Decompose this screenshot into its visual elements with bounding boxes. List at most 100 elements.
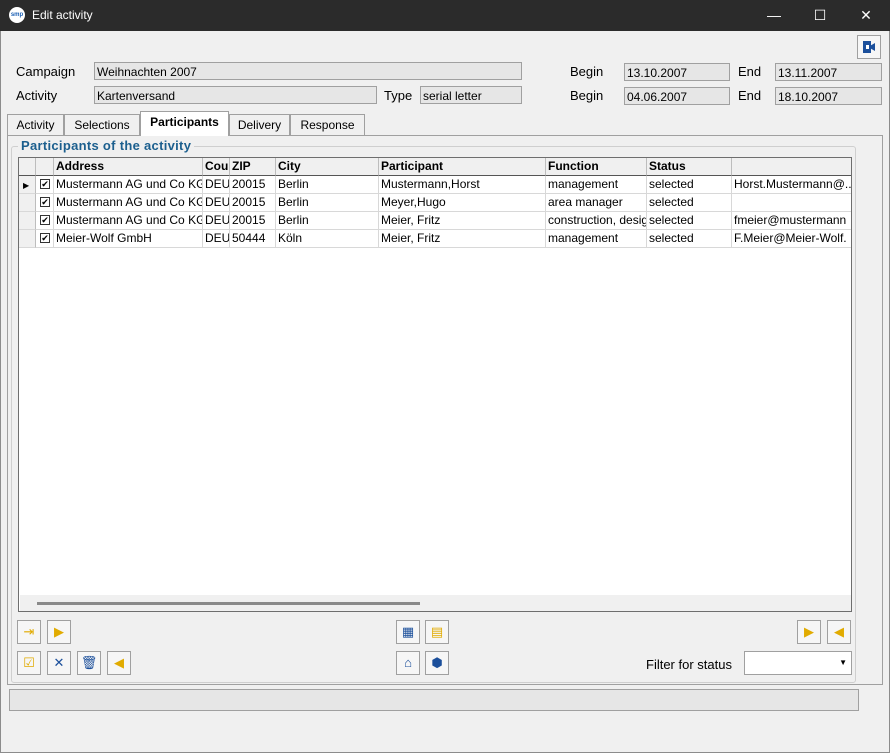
row-checkbox[interactable]: ✔ (40, 179, 50, 189)
grid-view-icon: ▦ (401, 624, 415, 639)
cell-city[interactable]: Berlin (276, 176, 379, 194)
back-icon: ◀ (114, 655, 124, 670)
cell-city[interactable]: Berlin (276, 194, 379, 212)
trash-icon: 🗑 (80, 655, 98, 670)
tab-response[interactable]: Response (290, 114, 365, 135)
activity-field[interactable]: Kartenversand (94, 86, 377, 104)
tab-participants[interactable]: Participants (140, 111, 229, 136)
import-right-icon: ◀ (834, 624, 844, 639)
cell-email[interactable]: fmeier@mustermann (732, 212, 851, 230)
cell-status[interactable]: selected (647, 176, 732, 194)
cell-email[interactable]: Horst.Mustermann@... (732, 176, 851, 194)
cell-status[interactable]: selected (647, 194, 732, 212)
row-checkbox-cell[interactable]: ✔ (36, 230, 54, 248)
tab-activity[interactable]: Activity (7, 114, 64, 135)
exit-button[interactable] (857, 35, 881, 59)
row-header-corner (19, 158, 36, 176)
row-checkbox[interactable]: ✔ (40, 233, 50, 243)
campaign-label: Campaign (16, 64, 76, 79)
export-button[interactable]: ▶ (797, 620, 821, 644)
type-field[interactable]: serial letter (420, 86, 522, 104)
column-header-address[interactable]: Address (54, 158, 203, 176)
deselect-button[interactable]: ✕ (47, 651, 71, 675)
cell-country[interactable]: DEU (203, 212, 230, 230)
import-button[interactable]: ▶ (47, 620, 71, 644)
horizontal-scrollbar[interactable] (20, 595, 851, 611)
cell-participant[interactable]: Meier, Fritz (379, 230, 546, 248)
row-header[interactable] (19, 230, 36, 248)
tab-selections[interactable]: Selections (64, 114, 140, 135)
row-header[interactable]: ▶ (19, 176, 36, 194)
cell-zip[interactable]: 50444 (230, 230, 276, 248)
select-all-button[interactable]: ☑ (17, 651, 41, 675)
cell-city[interactable]: Köln (276, 230, 379, 248)
cell-zip[interactable]: 20015 (230, 194, 276, 212)
cell-address[interactable]: Mustermann AG und Co KG (54, 212, 203, 230)
cell-zip[interactable]: 20015 (230, 176, 276, 194)
cell-country[interactable]: DEU (203, 176, 230, 194)
import-right-button[interactable]: ◀ (827, 620, 851, 644)
activity-begin-field[interactable]: 04.06.2007 (624, 87, 730, 105)
document-button[interactable]: ▤ (425, 620, 449, 644)
grid-view-button[interactable]: ▦ (396, 620, 420, 644)
cell-participant[interactable]: Meier, Fritz (379, 212, 546, 230)
cell-country[interactable]: DEU (203, 194, 230, 212)
group-button[interactable]: ⬢ (425, 651, 449, 675)
group-title: Participants of the activity (18, 138, 195, 153)
cell-function[interactable]: construction, design (546, 212, 647, 230)
home-button[interactable]: ⌂ (396, 651, 420, 675)
column-header-country[interactable]: Cou (203, 158, 230, 176)
cell-function[interactable]: management (546, 176, 647, 194)
row-checkbox[interactable]: ✔ (40, 215, 50, 225)
cell-function[interactable]: management (546, 230, 647, 248)
cell-participant[interactable]: Mustermann,Horst (379, 176, 546, 194)
title-bar: smp Edit activity — ☐ ✕ (0, 0, 890, 31)
cell-email[interactable] (732, 194, 851, 212)
cell-address[interactable]: Mustermann AG und Co KG (54, 194, 203, 212)
back-button[interactable]: ◀ (107, 651, 131, 675)
begin-label-activity: Begin (570, 88, 604, 103)
column-header-status[interactable]: Status (647, 158, 732, 176)
row-checkbox[interactable]: ✔ (40, 197, 50, 207)
cell-city[interactable]: Berlin (276, 212, 379, 230)
scrollbar-thumb[interactable] (37, 602, 420, 605)
cell-address[interactable]: Meier-Wolf GmbH (54, 230, 203, 248)
row-checkbox-cell[interactable]: ✔ (36, 176, 54, 194)
cell-participant[interactable]: Meyer,Hugo (379, 194, 546, 212)
campaign-begin-field[interactable]: 13.10.2007 (624, 63, 730, 81)
column-header-email[interactable] (732, 158, 851, 176)
campaign-end-field[interactable]: 13.11.2007 (775, 63, 882, 81)
participants-grid[interactable]: Address Cou ZIP City Participant Functio… (18, 157, 852, 612)
row-checkbox-cell[interactable]: ✔ (36, 212, 54, 230)
column-header-city[interactable]: City (276, 158, 379, 176)
column-header-participant[interactable]: Participant (379, 158, 546, 176)
dropdown-arrow-icon: ▼ (839, 658, 847, 667)
close-button[interactable]: ✕ (843, 0, 889, 31)
column-header-zip[interactable]: ZIP (230, 158, 276, 176)
tab-delivery[interactable]: Delivery (229, 114, 290, 135)
cell-address[interactable]: Mustermann AG und Co KG (54, 176, 203, 194)
import-in-button[interactable]: ⇥ (17, 620, 41, 644)
filter-status-label: Filter for status (646, 657, 732, 672)
check-column-header[interactable] (36, 158, 54, 176)
row-header[interactable] (19, 212, 36, 230)
column-header-function[interactable]: Function (546, 158, 647, 176)
minimize-button[interactable]: — (751, 0, 797, 31)
campaign-field[interactable]: Weihnachten 2007 (94, 62, 522, 80)
exit-door-icon (863, 41, 875, 53)
activity-end-field[interactable]: 18.10.2007 (775, 87, 882, 105)
row-checkbox-cell[interactable]: ✔ (36, 194, 54, 212)
row-header[interactable] (19, 194, 36, 212)
cell-zip[interactable]: 20015 (230, 212, 276, 230)
cell-status[interactable]: selected (647, 230, 732, 248)
cell-country[interactable]: DEU (203, 230, 230, 248)
trash-button[interactable]: 🗑 (77, 651, 101, 675)
import-in-icon: ⇥ (23, 624, 35, 639)
cell-status[interactable]: selected (647, 212, 732, 230)
cell-email[interactable]: F.Meier@Meier-Wolf. (732, 230, 851, 248)
maximize-button[interactable]: ☐ (797, 0, 843, 31)
filter-status-dropdown[interactable]: ▼ (744, 651, 852, 675)
cell-function[interactable]: area manager (546, 194, 647, 212)
end-label-activity: End (738, 88, 762, 103)
app-icon: smp (9, 7, 25, 23)
